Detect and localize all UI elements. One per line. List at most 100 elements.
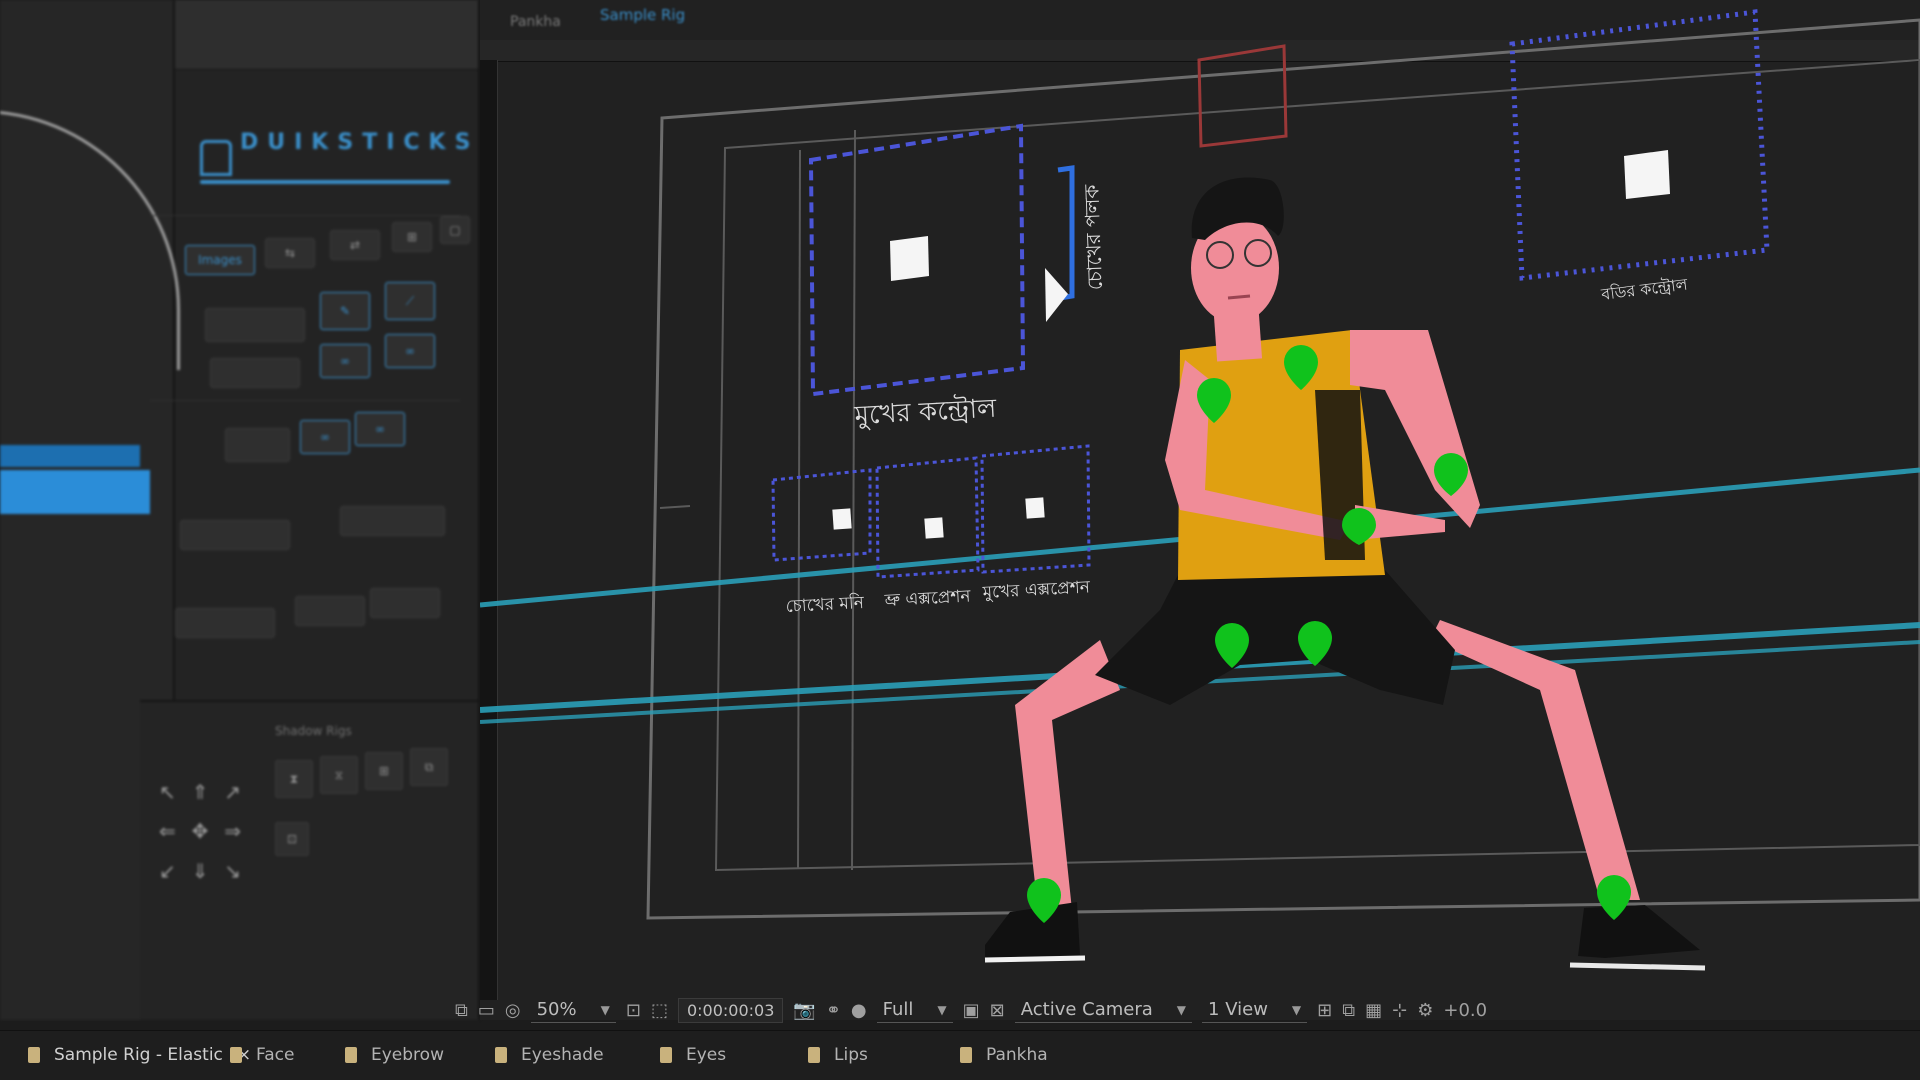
eye-pupil-box[interactable] — [771, 468, 872, 562]
logo-text: DUIKSTICKS — [240, 130, 480, 155]
flowchart-icon[interactable]: ⊹ — [1392, 1000, 1407, 1021]
tab-color-swatch — [230, 1047, 242, 1063]
eye-pupil-label: চোখের মনি — [785, 592, 865, 617]
channels-icon[interactable]: ● — [851, 1000, 867, 1021]
shadow-tool-3[interactable]: ⊞ — [365, 752, 403, 790]
settings-gear-icon[interactable]: ⚙ — [1417, 1000, 1433, 1021]
section-label: Shadow Rigs — [275, 724, 352, 738]
eyelid-slider-track — [1057, 165, 1075, 301]
tab-eyebrow[interactable]: Eyebrow — [345, 1045, 444, 1065]
guide-line — [851, 129, 856, 871]
show-snapshot-icon[interactable]: ⚭ — [826, 1000, 841, 1021]
arrow-sw-icon[interactable]: ↙ — [155, 859, 180, 890]
chevron-down-icon: ▼ — [1291, 1002, 1302, 1017]
eyelid-slider-handle[interactable] — [1045, 268, 1068, 322]
tab-label: Eyes — [686, 1045, 727, 1065]
arrow-e-icon[interactable]: ⇒ — [220, 819, 245, 850]
tab-color-swatch — [345, 1047, 357, 1063]
mouth-control-handle[interactable] — [890, 236, 929, 281]
shadow-tool-1[interactable]: ⧗ — [275, 760, 313, 798]
tab-label: Sample Rig - Elastic — [54, 1045, 223, 1065]
arrow-w-icon[interactable]: ⇐ — [155, 819, 180, 850]
mouth — [1227, 294, 1251, 300]
composition-viewer[interactable]: Pankha Sample Rig মুখের কন্ট্রোল চোখের প… — [480, 0, 1920, 1020]
resolution-dropdown[interactable]: Full ▼ — [876, 997, 953, 1023]
timeline-icon[interactable]: ▦ — [1365, 1000, 1382, 1021]
comp-dropdown[interactable] — [175, 608, 275, 638]
zoom-dropdown[interactable]: 50% ▼ — [530, 997, 616, 1023]
tab-color-swatch — [495, 1047, 507, 1063]
parent-field[interactable] — [205, 308, 305, 342]
connect-button[interactable]: ⇆ — [265, 238, 315, 268]
eye-pupil-handle[interactable] — [832, 508, 852, 530]
fast-preview-icon[interactable]: ⧉ — [1342, 1000, 1355, 1021]
arrow-nw-icon[interactable]: ↖ — [155, 780, 180, 811]
create-button[interactable] — [225, 428, 290, 462]
guide-tick — [659, 505, 691, 509]
shadow-tool-5[interactable]: ⊡ — [275, 822, 309, 856]
animation-curve — [0, 110, 180, 370]
body-control-handle[interactable] — [1624, 150, 1670, 199]
to-child-button[interactable] — [370, 588, 440, 618]
target-dropdown[interactable] — [340, 506, 445, 536]
tab-color-swatch — [808, 1047, 820, 1063]
body-control-box[interactable] — [1509, 9, 1770, 281]
stage-canvas: মুখের কন্ট্রোল চোখের পলক চোখের মনি ভ্রু … — [480, 9, 1920, 971]
arrow-s-icon[interactable]: ⇓ — [188, 859, 213, 890]
arrow-n-icon[interactable]: ⇑ — [188, 780, 213, 811]
body-control-label: বডির কন্ট্রোল — [1599, 274, 1690, 304]
shadow-tool-2[interactable]: ⧖ — [320, 756, 358, 794]
link-button-2[interactable]: ∞ — [300, 420, 350, 454]
mode-dropdown[interactable] — [210, 358, 300, 388]
fit-icon[interactable]: ⊡ — [626, 1000, 641, 1021]
snap-button[interactable]: ⊞ — [392, 222, 432, 252]
link-button[interactable]: ⇄ — [330, 230, 380, 260]
views-dropdown[interactable]: 1 View ▼ — [1202, 997, 1308, 1023]
tab-color-swatch — [28, 1047, 40, 1063]
tab-label: Eyebrow — [371, 1045, 444, 1065]
arrow-ne-icon[interactable]: ↗ — [220, 780, 245, 811]
pin-tool-button[interactable]: ✎ — [320, 292, 370, 330]
camera-snapshot-icon[interactable]: 📷 — [793, 1000, 815, 1021]
bone-tool-button[interactable]: ⟋ — [385, 282, 435, 320]
logo-underline — [200, 180, 450, 184]
exposure-value-icon[interactable]: +0.0 — [1443, 1000, 1487, 1021]
toggle-transparency-icon[interactable]: ⊠ — [990, 1000, 1005, 1021]
tab-pankha[interactable]: Pankha — [960, 1045, 1048, 1065]
tab-label: Pankha — [986, 1045, 1048, 1065]
center-icon[interactable]: ✥ — [188, 819, 213, 850]
mask-icon[interactable]: ◎ — [505, 1000, 521, 1021]
selected-row[interactable] — [0, 470, 150, 514]
brow-expression-handle[interactable] — [924, 517, 944, 539]
puppet-icon — [200, 140, 232, 176]
chain-link-button[interactable]: ∞ — [320, 344, 370, 378]
right-leg — [1430, 620, 1640, 900]
tab-sample-rig[interactable]: Sample Rig - Elastic × — [28, 1045, 251, 1065]
link-button-3[interactable]: ∞ — [355, 412, 405, 446]
timecode-field[interactable]: 0:00:00:03 — [677, 997, 784, 1023]
to-parent-button[interactable] — [295, 596, 365, 626]
tab-eyeshade[interactable]: Eyeshade — [495, 1045, 604, 1065]
tab-eyes[interactable]: Eyes — [660, 1045, 726, 1065]
chevron-down-icon: ▼ — [937, 1002, 947, 1017]
extra-button[interactable]: ▢ — [440, 216, 470, 244]
mouth-expression-handle[interactable] — [1025, 497, 1045, 519]
layout-icon[interactable]: ⊞ — [1317, 1000, 1332, 1021]
images-button[interactable]: Images — [185, 245, 255, 275]
character-rig — [984, 177, 1706, 971]
region-of-interest-icon[interactable]: ⧉ — [455, 1000, 468, 1021]
tab-face[interactable]: Face — [230, 1045, 294, 1065]
transparency-grid-icon[interactable]: ⬚ — [651, 1000, 668, 1021]
shadow-tool-4[interactable]: ⧉ — [410, 748, 448, 786]
monitor-icon[interactable]: ▭ — [478, 1000, 495, 1021]
composition-tabs: Sample Rig - Elastic × Face Eyebrow Eyes… — [0, 1030, 1920, 1080]
chain-link-button-2[interactable]: ∞ — [385, 334, 435, 368]
source-dropdown[interactable] — [180, 520, 290, 550]
selected-row-dark[interactable] — [0, 445, 140, 467]
tab-lips[interactable]: Lips — [808, 1045, 868, 1065]
tab-color-swatch — [660, 1047, 672, 1063]
arrow-se-icon[interactable]: ↘ — [220, 859, 245, 890]
eyelid-label: চোখের পলক — [1079, 183, 1107, 290]
region-icon[interactable]: ▣ — [963, 1000, 980, 1021]
camera-dropdown[interactable]: Active Camera ▼ — [1014, 997, 1193, 1023]
